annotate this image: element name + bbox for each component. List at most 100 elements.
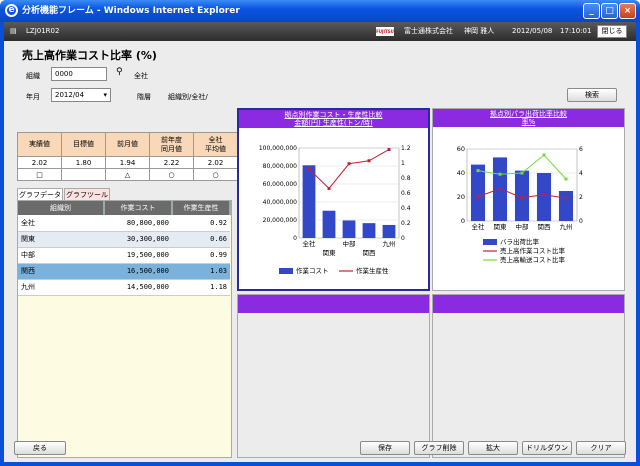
line-point (476, 195, 480, 199)
grid-cell: 0.99 (172, 247, 230, 264)
grid-header: 組織別 (18, 201, 105, 215)
table-row[interactable]: 中部 19,500,000 0.99 (18, 247, 230, 264)
line-point (367, 159, 371, 163)
month-select[interactable]: 2012/04 ▾ (51, 88, 111, 102)
chevron-down-icon: ▾ (103, 91, 107, 99)
x-tick-label: 中部 (343, 239, 357, 248)
search-icon[interactable]: ⚲ (116, 67, 123, 77)
y-tick-label: 60,000,000 (263, 181, 298, 188)
line-point (498, 172, 502, 176)
line-point (307, 167, 311, 171)
ie-icon: e (5, 4, 18, 17)
close-app-button[interactable]: 閉じる (597, 25, 627, 38)
grid-cell: 中部 (18, 247, 104, 264)
x-tick-label: 全社 (472, 222, 486, 231)
x-tick-label: 関東 (323, 248, 337, 257)
zoom-button[interactable]: 拡大 (468, 441, 518, 455)
x-tick-label: 九州 (383, 239, 396, 248)
app-client: ▤ LZJ01R02 FUJITSU 富士通株式会社 神岡 雅人 2012/05… (4, 22, 636, 462)
x-tick-label: 関東 (494, 222, 508, 231)
y2-tick-label: 0.8 (401, 175, 411, 182)
legend-label: 売上高輸送コスト比率 (500, 255, 566, 264)
y2-tick-label: 0 (401, 235, 405, 242)
chart-panel-empty-2[interactable] (432, 294, 625, 458)
legend-label: 作業コスト (296, 266, 329, 275)
line-point (347, 162, 351, 166)
org-name: 全社 (134, 72, 148, 80)
back-button[interactable]: 戻る (14, 441, 66, 455)
legend-label: バラ出荷比率 (500, 237, 540, 246)
month-label: 年月 (26, 93, 40, 101)
y2-tick-label: 1.2 (401, 145, 411, 152)
line-point (476, 169, 480, 173)
y-tick-label: 0 (293, 235, 297, 242)
minimize-button[interactable]: _ (583, 3, 600, 19)
line-point (542, 193, 546, 197)
chart-title-text: 拠点別作業コスト・生産性比較 (284, 111, 383, 119)
line-point (542, 153, 546, 157)
clear-button[interactable]: クリア (576, 441, 626, 455)
grid-cell: 30,300,000 (104, 231, 172, 248)
table-row[interactable]: 関西 16,500,000 1.03 (18, 263, 230, 280)
kpi-header: 前月値 (105, 132, 150, 157)
grid-cell: 0.66 (172, 231, 230, 248)
grid-header: 作業生産性 (172, 201, 231, 215)
line-point (564, 196, 568, 200)
bar (362, 223, 376, 238)
kpi-value: 1.80 (61, 156, 106, 169)
fujitsu-logo: FUJITSU (376, 27, 394, 36)
title-bar: e 分析機能フレーム - Windows Internet Explorer _… (0, 0, 640, 22)
delete-graph-button[interactable]: グラフ削除 (414, 441, 464, 455)
bar (382, 224, 396, 238)
line-point (564, 177, 568, 181)
kpi-value: 2.22 (149, 156, 194, 169)
chart-panel-ratio[interactable]: 拠点別パラ出荷比率比較 率% 0 20 40 60 0 2 4 6 全社 関東 中部 関西 九州 バラ出荷比… (432, 108, 625, 291)
org-label: 組織 (26, 72, 40, 80)
kpi-mark: □ (17, 168, 62, 181)
x-tick-label: 全社 (303, 239, 317, 248)
x-tick-label: 九州 (560, 222, 573, 231)
save-button[interactable]: 保存 (360, 441, 410, 455)
x-tick-label: 関西 (538, 223, 552, 231)
y2-tick-label: 6 (579, 146, 583, 153)
bar (470, 164, 486, 221)
chart-title: 拠点別作業コスト・生産性比較 金額(円) 生産性(トン/時) (239, 110, 428, 128)
chart-title: 拠点別パラ出荷比率比較 率% (433, 109, 624, 127)
drilldown-button[interactable]: ドリルダウン (522, 441, 572, 455)
chart-panel-cost[interactable]: 拠点別作業コスト・生産性比較 金額(円) 生産性(トン/時) 0 20,000,00… (237, 108, 430, 291)
y2-tick-label: 0.4 (401, 205, 411, 212)
table-row[interactable]: 九州 14,500,000 1.18 (18, 279, 230, 296)
kpi-mark: ○ (193, 168, 238, 181)
grid-cell: 16,500,000 (104, 263, 172, 280)
table-row[interactable]: 関東 30,300,000 0.66 (18, 231, 230, 248)
level-label: 階層 (137, 93, 151, 101)
kpi-value: 1.94 (105, 156, 150, 169)
y2-tick-label: 4 (579, 170, 583, 177)
chart-panel-empty-1[interactable] (237, 294, 430, 458)
level-value: 組織別/全社/ (168, 93, 208, 101)
line-point (520, 196, 524, 200)
grid-cell: 1.03 (172, 263, 230, 280)
y-tick-label: 40 (457, 169, 465, 177)
close-window-button[interactable]: × (619, 3, 636, 19)
window-title: 分析機能フレーム - Windows Internet Explorer (22, 6, 240, 16)
grid-header: 作業コスト (104, 201, 173, 215)
company-name: 富士通株式会社 (404, 27, 453, 35)
search-button[interactable]: 検索 (567, 88, 617, 102)
legend-label: 売上高作業コスト比率 (500, 246, 566, 255)
org-input[interactable]: 0000 (51, 67, 107, 81)
grid-cell: 80,800,000 (104, 215, 172, 232)
maximize-button[interactable]: □ (601, 3, 618, 19)
table-row[interactable]: 全社 80,800,000 0.92 (18, 215, 230, 232)
kpi-value: 2.02 (17, 156, 62, 169)
kpi-header: 全社 平均値 (193, 132, 238, 157)
legend-swatch (483, 239, 497, 245)
y2-tick-label: 1 (401, 160, 405, 167)
line-point (327, 187, 331, 190)
legend-label: 作業生産性 (356, 266, 389, 275)
y2-tick-label: 0 (579, 218, 583, 225)
data-grid: 組織別 作業コスト 作業生産性 全社 80,800,000 0.92 関東 30,300,… (18, 201, 231, 296)
line-point (387, 148, 391, 151)
grid-cell: 関東 (18, 231, 104, 248)
month-value: 2012/04 (55, 91, 85, 99)
